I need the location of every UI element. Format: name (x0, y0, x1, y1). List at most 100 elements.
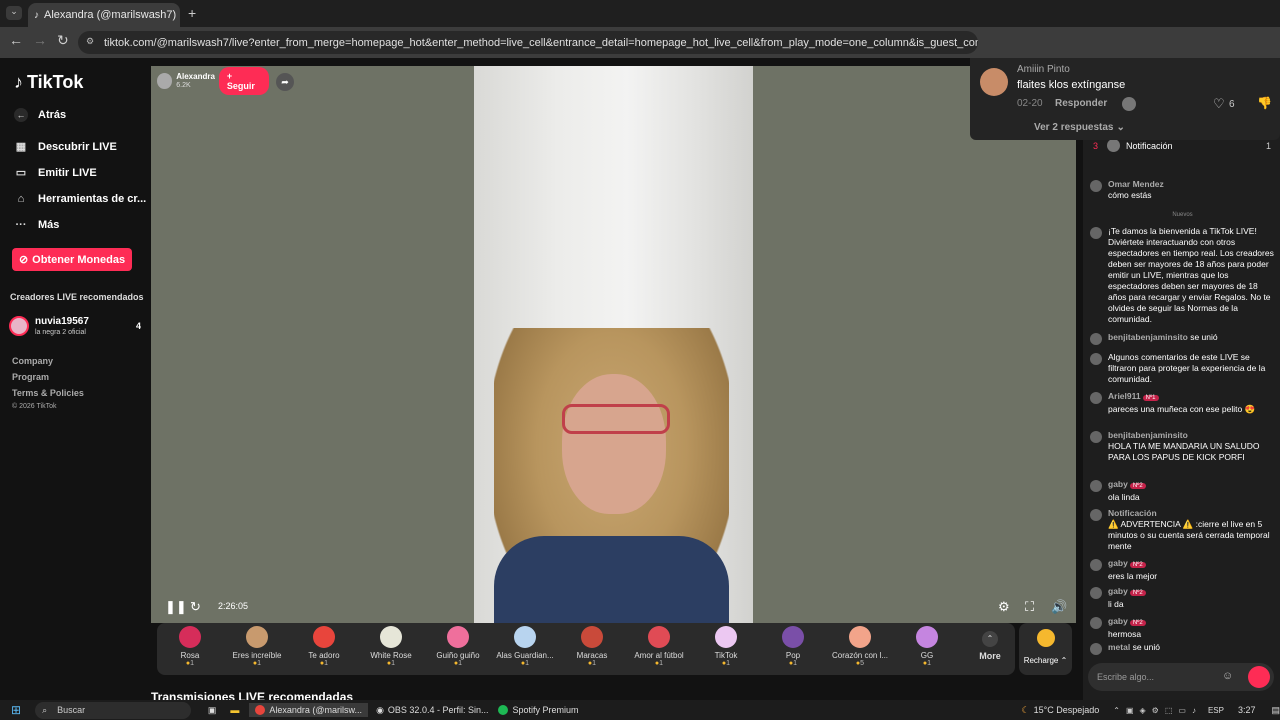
taskbar-search[interactable]: ⌕ Buscar (35, 701, 191, 719)
recharge-button[interactable]: Recharge ⌃ (1019, 623, 1072, 675)
dislike-icon[interactable]: 👎 (1257, 96, 1272, 110)
tab-list-button[interactable]: ⌄ (6, 6, 22, 20)
gift-price: ●1 (520, 660, 530, 667)
windows-start-icon[interactable]: ⊞ (11, 703, 21, 717)
gift-price: ●1 (721, 660, 731, 667)
gift-item[interactable]: Guiño guiño ●1 (425, 626, 491, 667)
rank-number: 3 (1093, 140, 1099, 151)
chat-username[interactable]: gaby (1108, 558, 1128, 568)
comment-user[interactable]: Amiiin Pinto (1017, 64, 1070, 75)
settings-icon[interactable]: ⚙ (998, 599, 1010, 615)
gift-item[interactable]: TikTok ●1 (693, 626, 759, 667)
pause-icon[interactable]: ❚❚ (165, 599, 187, 615)
streamer-shirt (494, 536, 729, 623)
site-info-icon[interactable]: ⚙ (86, 36, 94, 47)
live-discover-icon: ▦ (15, 141, 27, 153)
notification-icon[interactable]: ▤ (1271, 705, 1280, 716)
chat-username[interactable]: benjitabenjaminsito (1108, 332, 1188, 342)
task-view-icon[interactable]: ▣ (208, 705, 217, 716)
view-replies-button[interactable]: Ver 2 respuestas ⌄ (1034, 122, 1125, 133)
comment-date: 02-20 (1017, 98, 1043, 109)
chat-username[interactable]: gaby (1108, 479, 1128, 489)
live-video-stage[interactable]: Alexandra 6.2K + Seguir ➦ ❚❚ ↻ 2:26:05 ⚙… (151, 66, 1076, 623)
chat-message: gaby Nº2 hermosa (1090, 616, 1275, 640)
gift-price: ●5 (855, 660, 865, 667)
gift-item[interactable]: Eres increíble ●1 (224, 626, 290, 667)
recommended-creator[interactable]: nuvia19567 la negra 2 oficial 4 (9, 314, 143, 340)
chat-text: ola linda (1108, 492, 1140, 502)
gift-item[interactable]: White Rose ●1 (358, 626, 424, 667)
video-camera-icon: ▭ (15, 167, 27, 179)
sidebar-item-go-live[interactable]: ▭ Emitir LIVE (14, 166, 97, 180)
weather-widget[interactable]: ☾ 15°C Despejado (1022, 705, 1100, 716)
gift-send-icon[interactable] (1248, 666, 1270, 688)
chat-input[interactable]: Escribe algo... ☺ (1088, 663, 1274, 691)
sidebar-item-creator-tools[interactable]: ⌂ Herramientas de cr... (14, 193, 147, 205)
sidebar-item-discover-live[interactable]: ▦ Descubrir LIVE (14, 140, 117, 154)
gift-item[interactable]: Maracas ●1 (559, 626, 625, 667)
chat-text: HOLA TIA ME MANDARIA UN SALUDO PARA LOS … (1108, 441, 1260, 462)
gift-icon (849, 626, 871, 648)
chat-username[interactable]: benjitabenjaminsito (1108, 430, 1188, 440)
tray-icons[interactable]: ⌃▣◈⚙⬚▭♪ (1113, 706, 1202, 715)
chat-username[interactable]: Omar Mendez (1108, 179, 1164, 189)
volume-icon[interactable]: 🔊 (1051, 599, 1067, 615)
get-coins-button[interactable]: ⊘ Obtener Monedas (12, 248, 132, 271)
avatar (1090, 643, 1102, 655)
gift-item[interactable]: Rosa ●1 (157, 626, 223, 667)
chat-username[interactable]: Ariel911 (1108, 391, 1141, 401)
chat-message: benjitabenjaminsito HOLA TIA ME MANDARIA … (1090, 430, 1275, 463)
gift-name: Corazón con l... (831, 651, 889, 660)
taskbar-app-spotify[interactable]: Spotify Premium (498, 705, 579, 715)
taskbar-app-chrome[interactable]: Alexandra (@marilsw... (249, 703, 369, 717)
reload-icon[interactable]: ↻ (57, 32, 69, 49)
share-icon[interactable]: ➦ (276, 73, 294, 91)
back-button[interactable]: ← Atrás (14, 108, 66, 122)
new-tab-button[interactable]: + (188, 5, 196, 21)
host-info[interactable]: Alexandra 6.2K + Seguir (157, 67, 269, 95)
gift-item[interactable]: Pop ●1 (760, 626, 826, 667)
language-indicator[interactable]: ESP (1208, 706, 1224, 715)
heart-icon[interactable]: ♡ (1213, 96, 1225, 112)
chat-username[interactable]: gaby (1108, 616, 1128, 626)
back-arrow-circle-icon: ← (14, 108, 28, 122)
gift-item[interactable]: Corazón con l... ●5 (827, 626, 893, 667)
file-explorer-icon[interactable]: ▬ (230, 705, 239, 715)
footer-company[interactable]: Company (12, 356, 53, 366)
emoji-icon[interactable]: ☺ (1222, 670, 1233, 682)
gift-icon (916, 626, 938, 648)
gift-item[interactable]: Te adoro ●1 (291, 626, 357, 667)
chat-username[interactable]: Notificación (1108, 508, 1157, 518)
clock[interactable]: 3:27 (1238, 705, 1256, 715)
chat-username[interactable]: gaby (1108, 586, 1128, 596)
taskbar-app-obs[interactable]: ◉ OBS 32.0.4 - Perfil: Sin... (376, 705, 488, 716)
browser-tab[interactable]: ♪ Alexandra (@marilswash7) ... 🔊 ✕ (28, 3, 180, 27)
footer-program[interactable]: Program (12, 372, 49, 382)
avatar (1090, 227, 1102, 239)
url-field[interactable]: ⚙ tiktok.com/@marilswash7/live?enter_fro… (78, 31, 978, 54)
gift-item[interactable]: Alas Guardian... ●1 (492, 626, 558, 667)
url-text: tiktok.com/@marilswash7/live?enter_from_… (104, 36, 978, 49)
chat-username[interactable]: metal (1108, 642, 1130, 652)
sidebar-item-more[interactable]: ··· Más (14, 219, 60, 231)
back-arrow-icon[interactable]: ← (9, 32, 23, 48)
refresh-icon[interactable]: ↻ (190, 599, 201, 615)
rank-badge: Nº2 (1129, 620, 1146, 626)
avatar (1090, 617, 1102, 629)
gift-price: ●1 (587, 660, 597, 667)
gift-more-button[interactable]: ⌃ More (965, 631, 1015, 661)
fullscreen-icon[interactable]: ⛶ (1025, 599, 1034, 615)
forward-arrow-icon[interactable]: → (33, 32, 47, 48)
footer-terms[interactable]: Terms & Policies (12, 388, 84, 398)
reply-button[interactable]: Responder (1055, 98, 1107, 109)
spotify-icon (498, 705, 509, 715)
streamer-face (562, 374, 666, 514)
gift-item[interactable]: GG ●1 (894, 626, 960, 667)
gift-name: Rosa (180, 651, 200, 660)
avatar (1090, 333, 1102, 345)
tiktok-logo[interactable]: ♪ TikTok (14, 72, 83, 93)
follow-button[interactable]: + Seguir (218, 67, 269, 95)
ranking-row[interactable]: 3 Notificación 1 (1093, 139, 1271, 152)
gift-price: ●1 (453, 660, 463, 667)
gift-item[interactable]: Amor al fútbol ●1 (626, 626, 692, 667)
